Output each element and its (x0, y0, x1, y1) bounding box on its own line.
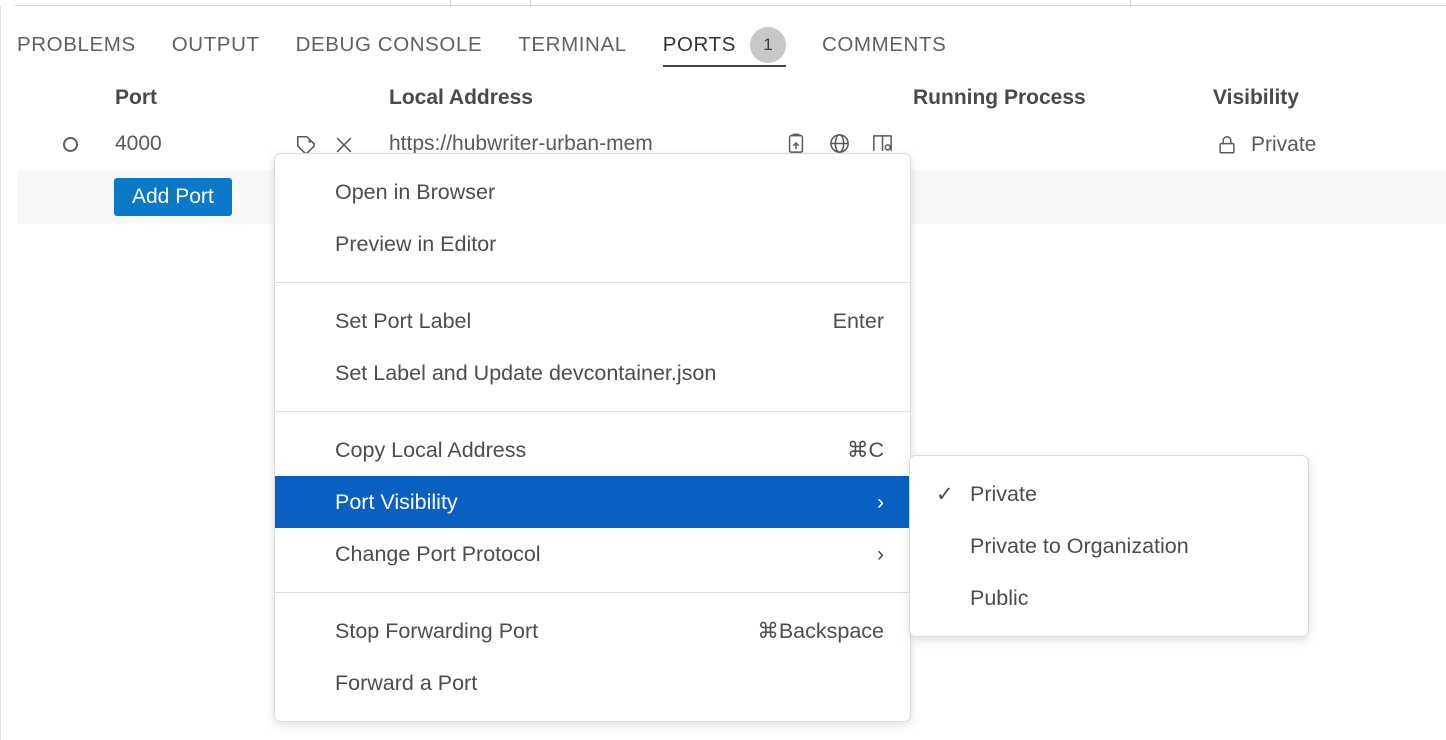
tab-terminal[interactable]: TERMINAL (518, 19, 626, 71)
check-icon-placeholder (936, 588, 970, 609)
tab-problems[interactable]: PROBLEMS (17, 19, 136, 71)
tab-ports[interactable]: PORTS 1 (663, 19, 786, 71)
menu-item-set-label-and-update-devcontainer[interactable]: Set Label and Update devcontainer.json (275, 347, 910, 399)
tab-ports-badge: 1 (750, 27, 786, 63)
context-menu-group-1: Open in Browser Preview in Editor (275, 166, 910, 270)
submenu-item-private-label: Private (970, 482, 1037, 507)
submenu-item-private[interactable]: ✓ Private (910, 468, 1308, 520)
menu-item-forward-a-port[interactable]: Forward a Port (275, 657, 910, 709)
tab-debug-console[interactable]: DEBUG CONSOLE (296, 19, 483, 71)
tab-comments[interactable]: COMMENTS (822, 19, 946, 71)
column-header-local-address: Local Address (389, 86, 533, 110)
menu-item-forward-a-port-label: Forward a Port (335, 671, 477, 696)
tab-terminal-label: TERMINAL (518, 33, 626, 57)
menu-item-open-in-browser[interactable]: Open in Browser (275, 166, 910, 218)
visibility-label: Private (1251, 133, 1316, 157)
menu-item-set-port-label-label: Set Port Label (335, 309, 471, 334)
check-icon-placeholder (936, 536, 970, 557)
menu-item-stop-forwarding-port-label: Stop Forwarding Port (335, 619, 538, 644)
context-menu-group-3: Copy Local Address ⌘C Port Visibility › … (275, 424, 910, 580)
cell-visibility[interactable]: Private (1214, 132, 1316, 158)
menu-item-preview-in-editor-label: Preview in Editor (335, 232, 496, 257)
column-header-running-process: Running Process (913, 86, 1086, 110)
port-visibility-submenu: ✓ Private Private to Organization Public (909, 455, 1309, 637)
tab-comments-label: COMMENTS (822, 33, 946, 57)
circle-outline-icon (63, 137, 78, 152)
lock-icon (1214, 132, 1240, 158)
menu-item-set-label-and-update-devcontainer-label: Set Label and Update devcontainer.json (335, 361, 716, 386)
context-menu-separator-1 (275, 282, 910, 283)
port-context-menu: Open in Browser Preview in Editor Set Po… (274, 153, 911, 722)
cell-port: 4000 (115, 132, 162, 156)
tab-debug-console-label: DEBUG CONSOLE (296, 33, 483, 57)
ports-table-header: Port Local Address Running Process Visib… (17, 84, 1446, 120)
submenu-item-public[interactable]: Public (910, 572, 1308, 624)
menu-item-change-port-protocol-label: Change Port Protocol (335, 542, 541, 567)
check-icon: ✓ (936, 484, 970, 505)
panel-tab-bar: PROBLEMS OUTPUT DEBUG CONSOLE TERMINAL P… (17, 19, 982, 71)
context-menu-group-2: Set Port Label Enter Set Label and Updat… (275, 295, 910, 399)
ports-panel: PROBLEMS OUTPUT DEBUG CONSOLE TERMINAL P… (0, 6, 1446, 740)
submenu-item-private-to-organization-label: Private to Organization (970, 534, 1189, 559)
menu-item-change-port-protocol[interactable]: Change Port Protocol › (275, 528, 910, 580)
tab-output-label: OUTPUT (172, 33, 260, 57)
submenu-item-private-to-organization[interactable]: Private to Organization (910, 520, 1308, 572)
tab-ports-underline (663, 65, 786, 67)
tab-problems-label: PROBLEMS (17, 33, 136, 57)
column-header-visibility: Visibility (1213, 86, 1299, 110)
menu-item-set-port-label[interactable]: Set Port Label Enter (275, 295, 910, 347)
menu-item-preview-in-editor[interactable]: Preview in Editor (275, 218, 910, 270)
menu-item-stop-forwarding-port[interactable]: Stop Forwarding Port ⌘Backspace (275, 605, 910, 657)
add-port-button[interactable]: Add Port (114, 178, 232, 216)
menu-item-copy-local-address-accel: ⌘C (847, 438, 884, 463)
menu-item-copy-local-address-label: Copy Local Address (335, 438, 526, 463)
context-menu-group-4: Stop Forwarding Port ⌘Backspace Forward … (275, 605, 910, 709)
tab-output[interactable]: OUTPUT (172, 19, 260, 71)
context-menu-separator-3 (275, 592, 910, 593)
menu-item-copy-local-address[interactable]: Copy Local Address ⌘C (275, 424, 910, 476)
context-menu-separator-2 (275, 411, 910, 412)
menu-item-open-in-browser-label: Open in Browser (335, 180, 495, 205)
chevron-right-icon: › (877, 492, 884, 513)
column-header-port: Port (115, 86, 157, 110)
menu-item-set-port-label-accel: Enter (833, 309, 884, 334)
menu-item-port-visibility-label: Port Visibility (335, 490, 458, 515)
menu-item-stop-forwarding-port-accel: ⌘Backspace (757, 619, 884, 644)
submenu-item-public-label: Public (970, 586, 1029, 611)
tab-ports-label: PORTS (663, 33, 736, 57)
chevron-right-icon: › (877, 544, 884, 565)
menu-item-port-visibility[interactable]: Port Visibility › (275, 476, 910, 528)
